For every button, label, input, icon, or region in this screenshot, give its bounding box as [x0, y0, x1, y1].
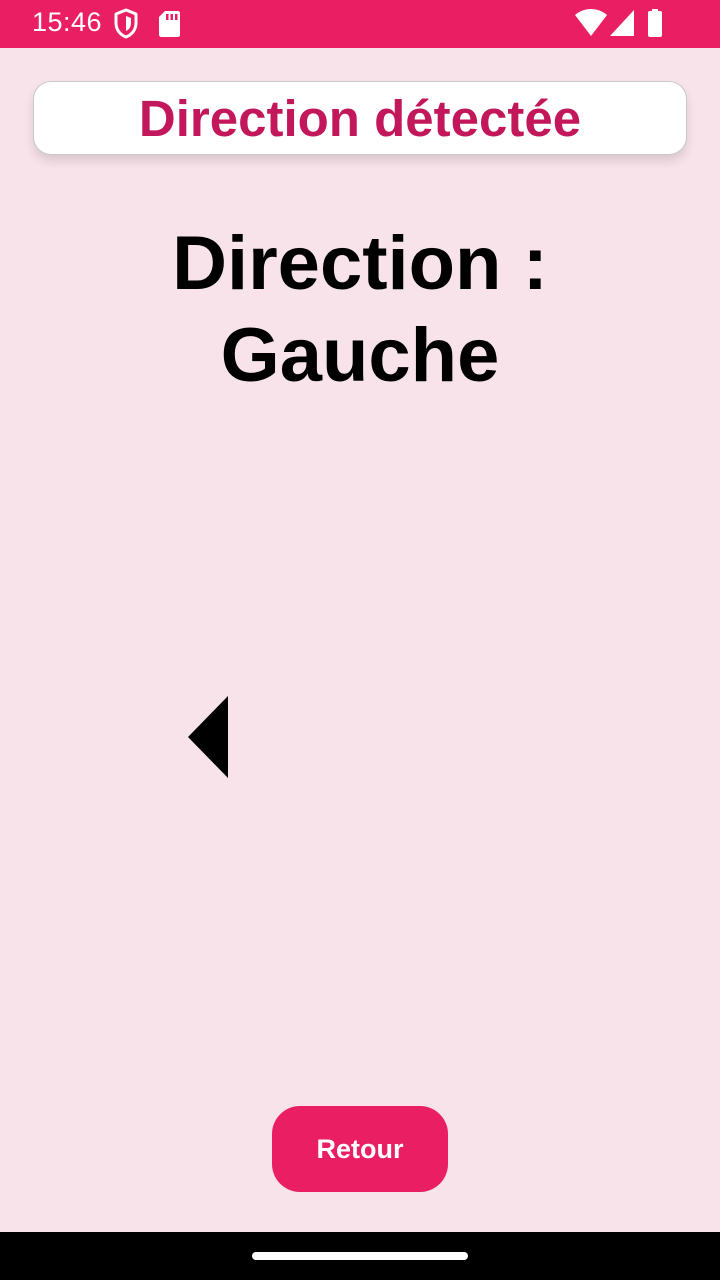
title-card: Direction détectée: [33, 81, 687, 155]
direction-label: Direction : Gauche: [172, 221, 548, 398]
sd-card-icon: [159, 11, 180, 37]
vpn-shield-icon: [114, 8, 138, 39]
wifi-icon: [575, 9, 607, 36]
cellular-signal-icon: [610, 10, 634, 36]
back-button[interactable]: Retour: [272, 1106, 448, 1192]
status-time: 15:46: [32, 7, 103, 37]
battery-icon: [648, 9, 662, 37]
home-handle[interactable]: [252, 1252, 468, 1260]
status-bar: 15:46: [0, 0, 720, 48]
navigation-bar: [0, 1232, 720, 1280]
arrow-left-icon: [188, 696, 228, 778]
page-title: Direction détectée: [138, 89, 582, 147]
